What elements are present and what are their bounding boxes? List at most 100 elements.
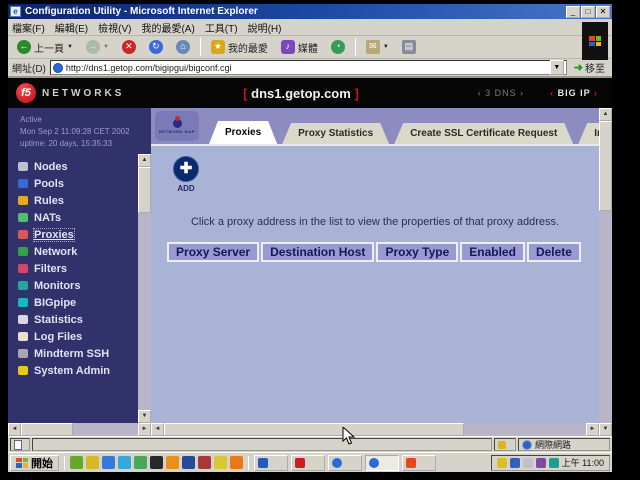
document-icon	[14, 440, 22, 450]
forward-button[interactable]: → ▼	[81, 38, 114, 56]
scroll-down-icon[interactable]: ▼	[138, 410, 151, 423]
tray-icon[interactable]	[497, 458, 507, 468]
scrollbar-thumb[interactable]	[599, 121, 612, 211]
favorites-button[interactable]: ★ 我的最愛	[206, 38, 273, 57]
sidebar-item-bigpipe[interactable]: BIGpipe	[18, 294, 138, 311]
start-button[interactable]: 開始	[10, 455, 59, 471]
sidebar-item-nodes[interactable]: Nodes	[18, 158, 138, 175]
back-button[interactable]: ← 上一頁 ▼	[12, 38, 78, 57]
tab-proxy-statistics[interactable]: Proxy Statistics	[282, 123, 389, 144]
quicklaunch-icon[interactable]	[70, 456, 83, 469]
sidebar-item-statistics[interactable]: Statistics	[18, 311, 138, 328]
scroll-left-icon[interactable]: ◄	[8, 423, 21, 436]
system-status: Active Mon Sep 2 11:09:28 CET 2002 uptim…	[8, 108, 151, 154]
back-icon: ←	[17, 40, 31, 54]
windows-flag-icon	[16, 458, 28, 468]
menu-help[interactable]: 說明(H)	[248, 20, 282, 35]
sidebar-item-network[interactable]: Network	[18, 243, 138, 260]
scroll-up-icon[interactable]: ▲	[138, 154, 151, 167]
link-3dns[interactable]: ‹ 3 DNS ›	[478, 88, 525, 98]
print-button[interactable]: ▤	[397, 38, 421, 56]
scroll-right-icon[interactable]: ►	[586, 423, 599, 436]
close-button[interactable]: ✕	[596, 6, 610, 18]
status-uptime: uptime: 20 days, 15:35:33	[20, 138, 147, 150]
scrollbar-thumb[interactable]	[21, 423, 73, 436]
quicklaunch-icon[interactable]	[102, 456, 115, 469]
network-map-icon	[173, 119, 182, 128]
taskbar: 開始 上午 11:00	[8, 452, 612, 472]
quicklaunch-icon[interactable]	[166, 456, 179, 469]
scroll-down-icon[interactable]: ▼	[599, 423, 612, 436]
tab-create-ssl-certificate-request[interactable]: Create SSL Certificate Request	[394, 123, 573, 144]
content-horizontal-scrollbar[interactable]: ◄ ►	[151, 423, 599, 436]
history-button[interactable]: ◔	[326, 38, 350, 56]
taskbar-window-button[interactable]	[402, 455, 436, 471]
sidebar-item-proxies[interactable]: Proxies	[18, 226, 138, 243]
menu-view[interactable]: 檢視(V)	[98, 20, 131, 35]
quicklaunch-icon[interactable]	[214, 456, 227, 469]
sidebar-item-filters[interactable]: Filters	[18, 260, 138, 277]
sidebar-item-pools[interactable]: Pools	[18, 175, 138, 192]
taskbar-window-button[interactable]	[291, 455, 325, 471]
proxies-panel: ✚ ADD Click a proxy address in the list …	[151, 144, 599, 423]
quicklaunch-icon[interactable]	[182, 456, 195, 469]
add-button[interactable]: ✚ ADD	[169, 156, 203, 193]
home-button[interactable]: ⌂	[171, 38, 195, 56]
quicklaunch-icon[interactable]	[118, 456, 131, 469]
tray-icon[interactable]	[549, 458, 559, 468]
quicklaunch-icon[interactable]	[150, 456, 163, 469]
tray-icon[interactable]	[510, 458, 520, 468]
sidebar-item-mindterm-ssh[interactable]: Mindterm SSH	[18, 345, 138, 362]
column-proxy-type: Proxy Type	[376, 242, 458, 262]
address-input[interactable]	[66, 63, 547, 73]
tray-icon[interactable]	[523, 458, 533, 468]
tab-proxies[interactable]: Proxies	[209, 121, 277, 144]
sidebar-item-system-admin[interactable]: System Admin	[18, 362, 138, 379]
menu-tools[interactable]: 工具(T)	[205, 20, 238, 35]
menu-file[interactable]: 檔案(F)	[12, 20, 45, 35]
scrollbar-thumb[interactable]	[164, 423, 464, 436]
media-button[interactable]: ♪ 媒體	[276, 38, 323, 57]
filters-icon	[18, 264, 28, 273]
sidebar-vertical-scrollbar[interactable]: ▲ ▼	[138, 154, 151, 423]
quicklaunch-icon[interactable]	[230, 456, 243, 469]
tab-strip: NETWORK MAP Proxies Proxy Statistics Cre…	[151, 108, 599, 144]
refresh-button[interactable]: ↻	[144, 38, 168, 56]
ie-icon	[369, 458, 379, 468]
maximize-button[interactable]: □	[581, 6, 595, 18]
column-enabled: Enabled	[460, 242, 525, 262]
quicklaunch-icon[interactable]	[134, 456, 147, 469]
sidebar-horizontal-scrollbar[interactable]: ◄ ►	[8, 423, 151, 436]
taskbar-window-button[interactable]	[254, 455, 288, 471]
rules-icon	[18, 196, 28, 205]
sidebar-item-monitors[interactable]: Monitors	[18, 277, 138, 294]
mail-dropdown-icon: ▼	[383, 44, 389, 50]
link-bigip[interactable]: ‹ BIG IP ›	[550, 88, 598, 98]
print-icon: ▤	[402, 40, 416, 54]
tray-icon[interactable]	[536, 458, 546, 468]
forward-icon: →	[86, 40, 100, 54]
favorites-icon: ★	[211, 40, 225, 54]
minimize-button[interactable]: _	[566, 6, 580, 18]
scroll-up-icon[interactable]: ▲	[599, 108, 612, 121]
tab-install-ssl-certificate[interactable]: Install SSL Certif	[578, 123, 599, 144]
ie-window: e Configuration Utility - Microsoft Inte…	[8, 4, 612, 472]
scroll-left-icon[interactable]: ◄	[151, 423, 164, 436]
menu-edit[interactable]: 編輯(E)	[55, 20, 88, 35]
quicklaunch-icon[interactable]	[198, 456, 211, 469]
network-map-button[interactable]: NETWORK MAP	[155, 111, 199, 141]
menu-favorites[interactable]: 我的最愛(A)	[141, 20, 194, 35]
scroll-right-icon[interactable]: ►	[138, 423, 151, 436]
go-button[interactable]: ➜ 移至	[571, 60, 608, 75]
sidebar-item-rules[interactable]: Rules	[18, 192, 138, 209]
taskbar-window-button-active[interactable]	[365, 455, 399, 471]
stop-button[interactable]: ✕	[117, 38, 141, 56]
address-dropdown-icon[interactable]: ▼	[550, 60, 564, 75]
taskbar-window-button[interactable]	[328, 455, 362, 471]
quicklaunch-icon[interactable]	[86, 456, 99, 469]
scrollbar-thumb[interactable]	[138, 167, 151, 213]
content-vertical-scrollbar[interactable]: ▲ ▼	[599, 108, 612, 436]
mail-button[interactable]: ✉ ▼	[361, 38, 394, 56]
sidebar-item-nats[interactable]: NATs	[18, 209, 138, 226]
sidebar-item-log-files[interactable]: Log Files	[18, 328, 138, 345]
